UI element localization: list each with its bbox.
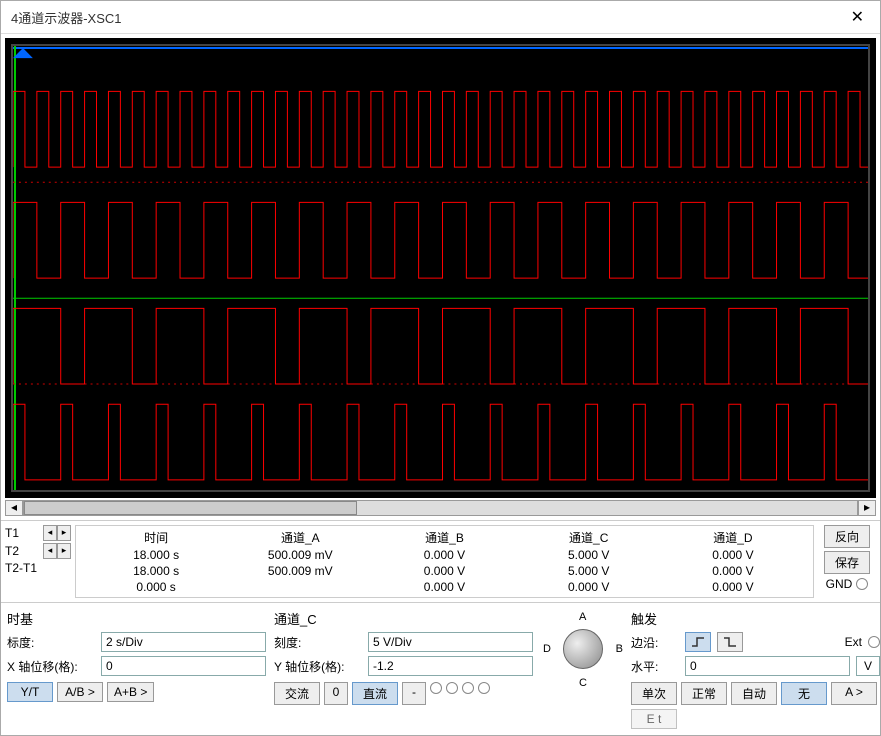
ch-ypos-label: Y 轴位移(格): [274,658,362,675]
t2-right-button[interactable]: ▸ [57,543,71,559]
et-button[interactable]: E t [631,709,677,729]
gnd-label: GND [826,577,853,591]
ab-button[interactable]: A/B > [57,682,103,702]
col-ch-a: 通道_A [228,528,372,547]
save-button[interactable]: 保存 [824,551,870,574]
t2-left-button[interactable]: ◂ [43,543,57,559]
scroll-track[interactable] [23,500,858,516]
ch-radio-2[interactable] [446,682,458,694]
ch-radio-4[interactable] [478,682,490,694]
cell: 0.000 s [84,579,228,595]
side-buttons: 反向 保存 GND [818,525,876,598]
tb-xpos-input[interactable] [101,656,266,676]
rising-edge-button[interactable] [685,632,711,652]
scope-display[interactable] [11,44,870,492]
gnd-radio[interactable] [856,578,868,590]
cell: 18.000 s [84,563,228,579]
scroll-right-icon[interactable]: ▸ [858,500,876,516]
scope-frame [5,38,876,498]
close-icon[interactable]: ✕ [845,7,870,27]
ext-label: Ext [845,635,862,649]
zero-button[interactable]: 0 [324,682,348,705]
ch-scale-label: 刻度: [274,634,362,651]
channel-group: 通道_C 刻度: 5 V/Div Y 轴位移(格): 交流 0 直流 - [274,609,623,729]
normal-button[interactable]: 正常 [681,682,727,705]
horizontal-scrollbar[interactable]: ◂ ▸ [5,500,876,516]
reverse-button[interactable]: 反向 [824,525,870,548]
agt-button[interactable]: A > [831,682,877,705]
trigger-title: 触发 [631,609,880,628]
col-ch-d: 通道_D [661,528,805,547]
none-button[interactable]: 无 [781,682,827,705]
timebase-title: 时基 [7,609,266,628]
col-ch-b: 通道_B [372,528,516,547]
cell: 0.000 V [517,579,661,595]
cell: 18.000 s [84,547,228,563]
cell: 0.000 V [372,579,516,595]
t1-label: T1 [5,526,41,540]
dc-button[interactable]: 直流 [352,682,398,705]
channel-title: 通道_C [274,609,533,628]
cell: 0.000 V [661,547,805,563]
ch-radio-1[interactable] [430,682,442,694]
scroll-left-icon[interactable]: ◂ [5,500,23,516]
control-panel: 时基 标度: 2 s/Div X 轴位移(格): Y/T A/B > A+B >… [1,602,880,735]
cell: 5.000 V [517,547,661,563]
tb-scale-input[interactable]: 2 s/Div [101,632,266,652]
scope-area: ◂ ▸ [1,34,880,520]
level-input[interactable] [685,656,850,676]
cursor-controls: T1 ◂▸ T2 ◂▸ T2-T1 [5,525,71,598]
oscilloscope-window: 4通道示波器-XSC1 ✕ [0,0,881,736]
channel-dial: A B C D [543,609,623,689]
dial-b-label: B [616,643,623,655]
falling-edge-button[interactable] [717,632,743,652]
dial-c-label: C [579,677,587,689]
cell: 500.009 mV [228,547,372,563]
t2-label: T2 [5,544,41,558]
auto-button[interactable]: 自动 [731,682,777,705]
dial-d-label: D [543,643,551,655]
t2t1-label: T2-T1 [5,561,41,575]
ch-scale-input[interactable]: 5 V/Div [368,632,533,652]
t1-left-button[interactable]: ◂ [43,525,57,541]
single-button[interactable]: 单次 [631,682,677,705]
edge-label: 边沿: [631,634,679,651]
dial-knob[interactable] [563,629,603,669]
timebase-group: 时基 标度: 2 s/Div X 轴位移(格): Y/T A/B > A+B > [7,609,266,729]
titlebar: 4通道示波器-XSC1 ✕ [1,1,880,34]
minus-button[interactable]: - [402,682,426,705]
cell: 0.000 V [661,563,805,579]
cell: 0.000 V [661,579,805,595]
window-title: 4通道示波器-XSC1 [11,8,122,27]
col-ch-c: 通道_C [517,528,661,547]
cell: 500.009 mV [228,563,372,579]
ext-radio[interactable] [868,636,880,648]
col-time: 时间 [84,528,228,547]
level-label: 水平: [631,658,679,675]
cell: 0.000 V [372,547,516,563]
scroll-thumb[interactable] [24,501,357,515]
trigger-group: 触发 边沿: Ext 水平: V 单次 正常 自动 无 A > E t [631,609,880,729]
t1-right-button[interactable]: ▸ [57,525,71,541]
ch-ypos-input[interactable] [368,656,533,676]
ac-button[interactable]: 交流 [274,682,320,705]
dial-a-label: A [579,611,586,623]
cell: 0.000 V [372,563,516,579]
aplusb-button[interactable]: A+B > [107,682,154,702]
cell [228,579,372,595]
ch-radio-3[interactable] [462,682,474,694]
waveform-canvas [13,46,868,490]
tb-scale-label: 标度: [7,634,95,651]
yt-button[interactable]: Y/T [7,682,53,702]
level-unit: V [856,656,880,676]
tb-xpos-label: X 轴位移(格): [7,658,95,675]
readout-table: 时间 通道_A 通道_B 通道_C 通道_D 18.000 s 500.009 … [75,525,814,598]
cell: 5.000 V [517,563,661,579]
readout-panel: T1 ◂▸ T2 ◂▸ T2-T1 时间 通道_A 通道_B 通道_C 通道_D… [1,520,880,602]
